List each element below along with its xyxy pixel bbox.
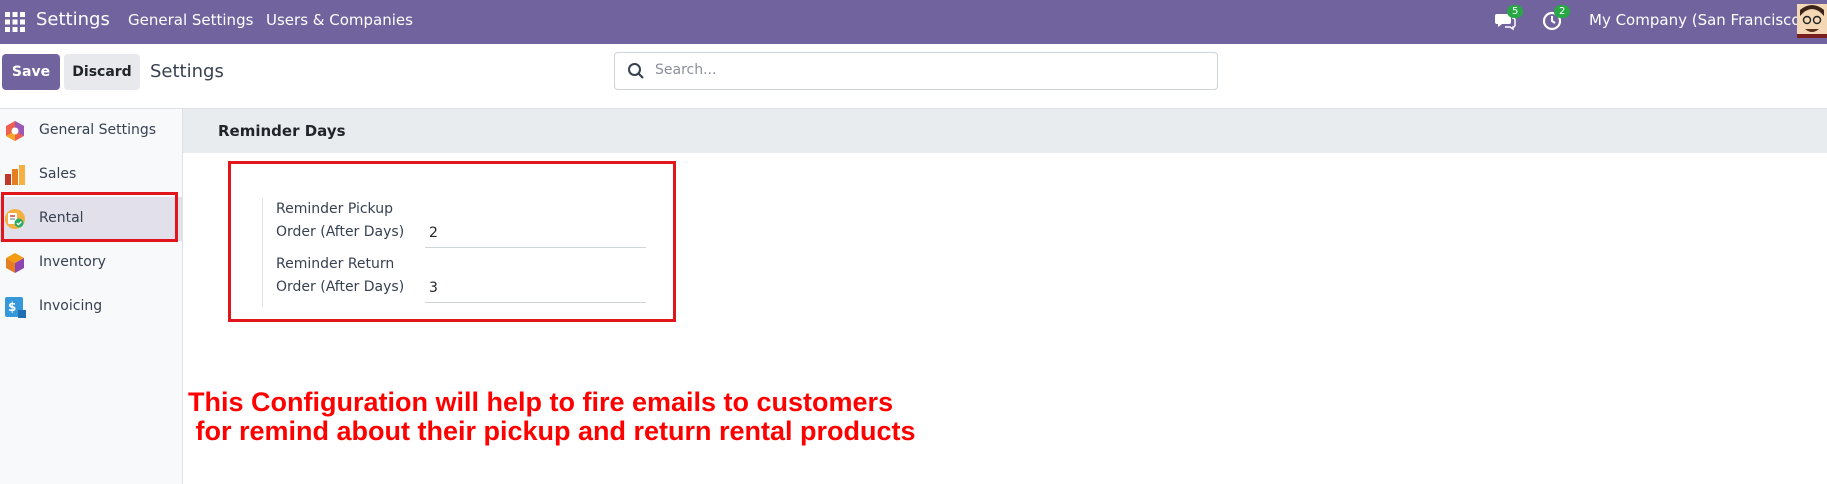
- reminder-return-label-line1: Reminder Return: [276, 256, 395, 272]
- search-placeholder: Search...: [655, 62, 717, 78]
- sidebar-item-general-settings[interactable]: General Settings: [0, 109, 182, 153]
- annotation-line-2: for remind about their pickup and return…: [188, 416, 916, 446]
- sidebar-item-invoicing[interactable]: $ Invoicing: [0, 285, 182, 329]
- reminder-pickup-label: Reminder Pickup Order (After Days): [276, 198, 416, 244]
- reminder-return-label: Reminder Return Order (After Days): [276, 253, 416, 299]
- svg-text:$: $: [8, 300, 16, 314]
- menu-users-companies[interactable]: Users & Companies: [266, 11, 413, 29]
- search-input[interactable]: Search...: [614, 52, 1218, 90]
- reminder-return-days-value: 3: [429, 280, 438, 296]
- menu-general-settings[interactable]: General Settings: [128, 11, 253, 29]
- top-navbar: Settings General Settings Users & Compan…: [0, 0, 1827, 44]
- reminder-pickup-days-value: 2: [429, 225, 438, 241]
- company-switcher[interactable]: My Company (San Francisco): [1589, 11, 1806, 29]
- control-panel: Save Discard Settings Search...: [0, 44, 1827, 109]
- reminder-return-days-input[interactable]: 3: [425, 274, 646, 303]
- sidebar-item-label: General Settings: [39, 122, 157, 138]
- reminder-return-label-line2: Order (After Days): [276, 279, 405, 295]
- sales-icon: [5, 165, 25, 185]
- sidebar-item-label: Inventory: [39, 254, 106, 270]
- highlight-box-rental: [1, 192, 178, 242]
- annotation-line-1: This Configuration will help to fire ema…: [188, 387, 894, 417]
- sidebar-item-label: Invoicing: [39, 298, 103, 314]
- sidebar-item-label: Sales: [39, 166, 77, 182]
- page-title: Settings: [150, 61, 224, 82]
- search-icon: [628, 63, 644, 79]
- section-header: Reminder Days: [183, 109, 1827, 153]
- reminder-pickup-label-line2: Order (After Days): [276, 224, 405, 240]
- apps-grid-icon[interactable]: [4, 11, 26, 33]
- sidebar-item-inventory[interactable]: Inventory: [0, 241, 182, 285]
- reminder-pickup-label-line1: Reminder Pickup: [276, 201, 393, 217]
- app-brand[interactable]: Settings: [36, 9, 110, 30]
- messages-badge: 5: [1507, 5, 1524, 18]
- invoicing-icon: $: [5, 297, 26, 318]
- sidebar-item-sales[interactable]: Sales: [0, 153, 182, 197]
- general-settings-icon: [6, 121, 24, 141]
- save-button[interactable]: Save: [2, 54, 60, 90]
- section-title: Reminder Days: [218, 122, 346, 140]
- setting-divider: [262, 198, 263, 307]
- discard-button[interactable]: Discard: [64, 54, 140, 90]
- user-avatar-icon[interactable]: [1797, 4, 1827, 38]
- activities-badge: 2: [1554, 5, 1571, 18]
- inventory-icon: [6, 253, 24, 273]
- reminder-pickup-days-input[interactable]: 2: [425, 219, 646, 248]
